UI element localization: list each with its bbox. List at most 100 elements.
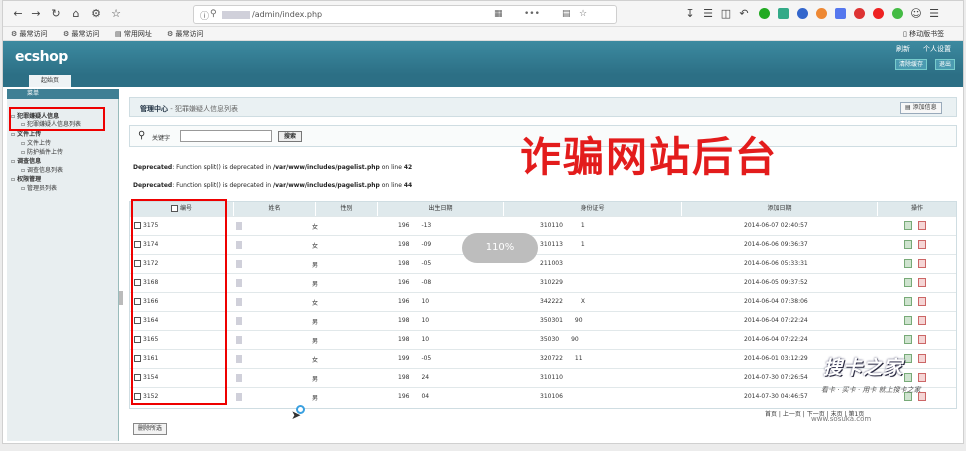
redacted-name [236, 317, 242, 325]
edit-icon[interactable] [904, 240, 912, 249]
row-birth: 198 10 [398, 336, 430, 343]
sidebar-item-admin-list[interactable]: ▫ 管理员列表 [21, 183, 57, 192]
edit-icon[interactable] [904, 335, 912, 344]
delete-icon[interactable] [918, 240, 926, 249]
clear-cache-button[interactable]: 清除缓存 [895, 59, 928, 70]
delete-icon[interactable] [918, 297, 926, 306]
table-row: 3165 男 198 10 35030 90 2014-06-04 07:22:24 [130, 330, 956, 349]
sidebar-item-file-upload[interactable]: ▫ 文件上传 [21, 138, 51, 147]
tab-strip: 起始页 [3, 75, 963, 87]
qr-icon[interactable]: ▦ [494, 9, 503, 19]
edit-icon[interactable] [904, 316, 912, 325]
edit-icon[interactable] [904, 259, 912, 268]
gear-icon[interactable]: ⚙ [89, 7, 103, 21]
bookmark-star-icon[interactable]: ☆ [579, 9, 587, 19]
row-added: 2014-06-06 09:36:37 [744, 241, 808, 248]
extension-green-icon[interactable] [759, 8, 770, 19]
opera-icon[interactable] [873, 8, 884, 19]
logo: ecshop [15, 49, 68, 65]
url-bar[interactable]: ⓘ ⚲ /admin/index.php ▦ ••• ▤ ☆ [193, 5, 617, 24]
mobile-bookmarks[interactable]: ▯ 移动版书签 [903, 29, 944, 39]
redacted-name [236, 298, 242, 306]
row-idno: 342222 X [540, 298, 586, 305]
delete-selected-button[interactable]: 删除所选 [133, 423, 168, 435]
account-icon[interactable]: ☺ [909, 7, 923, 21]
row-gender: 女 [312, 224, 319, 231]
row-gender: 女 [312, 357, 319, 364]
edit-icon[interactable] [904, 373, 912, 382]
delete-icon[interactable] [918, 221, 926, 230]
star-icon[interactable]: ☆ [109, 7, 123, 21]
home-icon[interactable]: ⌂ [69, 7, 83, 21]
bookmark-label: 最常访问 [19, 30, 48, 38]
refresh-link[interactable]: 刷新 [896, 44, 910, 54]
sidebar-toggle-icon[interactable]: ◫ [719, 7, 733, 21]
column-header-actions: 操作 [878, 202, 956, 216]
history-icon[interactable]: ↶ [737, 7, 751, 21]
edit-icon[interactable] [904, 354, 912, 363]
bookmark-item[interactable]: ⚙ 最常访问 [63, 29, 100, 39]
row-added: 2014-06-04 07:38:06 [744, 298, 808, 305]
redacted-name [236, 336, 242, 344]
zoom-indicator: 110% [462, 233, 538, 263]
row-gender: 女 [312, 243, 319, 250]
forward-icon[interactable]: → [29, 7, 43, 21]
reader-icon[interactable]: ▤ [562, 9, 571, 19]
pager-prev[interactable]: 上一页 [783, 411, 801, 418]
sidebar-splitter[interactable] [119, 291, 123, 305]
sidebar-item-plugin-upload[interactable]: ▫ 防护插件上传 [21, 147, 63, 156]
sidebar-category-investigation[interactable]: ▫ 调查信息 [11, 156, 41, 165]
logout-button[interactable]: 退出 [935, 59, 956, 70]
bookmark-item[interactable]: ▤ 常用网址 [115, 29, 152, 39]
warning-path: /var/www/includes/pagelist.php [272, 182, 380, 189]
sidebar-category-permissions[interactable]: ▫ 权限管理 [11, 174, 41, 183]
tab-start-page[interactable]: 起始页 [29, 75, 71, 87]
extension-orange-icon[interactable] [816, 8, 827, 19]
delete-icon[interactable] [918, 259, 926, 268]
page-actions-icon[interactable]: ••• [524, 9, 540, 19]
extension-screenshot-icon[interactable] [778, 8, 789, 19]
search-input[interactable] [180, 130, 272, 142]
extension-grid-icon[interactable] [835, 8, 846, 19]
reload-icon[interactable]: ↻ [49, 7, 63, 21]
personal-settings-link[interactable]: 个人设置 [923, 44, 951, 54]
delete-icon[interactable] [918, 316, 926, 325]
library-icon[interactable]: ☰ [701, 7, 715, 21]
delete-icon[interactable] [918, 335, 926, 344]
bookmark-item[interactable]: ⚙ 最常访问 [167, 29, 204, 39]
bookmark-label: 常用网址 [123, 30, 152, 38]
search-button[interactable]: 搜索 [278, 131, 303, 142]
row-idno: 350301 90 [540, 317, 583, 324]
search-icon: ⚲ [138, 130, 146, 141]
column-header-added: 添加日期 [682, 202, 878, 216]
extension-blue-icon[interactable] [797, 8, 808, 19]
delete-icon[interactable] [918, 278, 926, 287]
page-title-bar: 管理中心 - 犯罪嫌疑人信息列表 ▤ 添加信息 [129, 97, 957, 117]
row-birth: 198 -09 [398, 241, 432, 248]
row-gender: 女 [312, 300, 319, 307]
highlight-box-id-column [131, 199, 227, 405]
edit-icon[interactable] [904, 221, 912, 230]
sidebar-item-investigation-list[interactable]: ▫ 调查信息列表 [21, 165, 63, 174]
back-icon[interactable]: ← [11, 7, 25, 21]
extension-red-icon[interactable] [854, 8, 865, 19]
add-info-button[interactable]: ▤ 添加信息 [900, 102, 942, 114]
menu-icon[interactable]: ☰ [927, 7, 941, 21]
edit-icon[interactable] [904, 278, 912, 287]
download-icon[interactable]: ↧ [683, 7, 697, 21]
edit-icon[interactable] [904, 297, 912, 306]
bookmark-item[interactable]: ⚙ 最常访问 [11, 29, 48, 39]
extension-shield-icon[interactable] [892, 8, 903, 19]
delete-icon[interactable] [918, 354, 926, 363]
sidebar-item-label: 文件上传 [26, 140, 51, 147]
bookmark-label: 最常访问 [175, 30, 204, 38]
warning-online: on line [379, 164, 404, 171]
redacted-name [236, 355, 242, 363]
row-birth: 196 04 [398, 393, 430, 400]
table-row: 3164 男 198 10 350301 90 2014-06-04 07:22:24 [130, 311, 956, 330]
delete-icon[interactable] [918, 373, 926, 382]
pager-first[interactable]: 首页 [765, 411, 777, 418]
warning-prefix: Deprecated [133, 164, 173, 171]
url-text: /admin/index.php [252, 10, 323, 19]
redacted-name [236, 374, 242, 382]
